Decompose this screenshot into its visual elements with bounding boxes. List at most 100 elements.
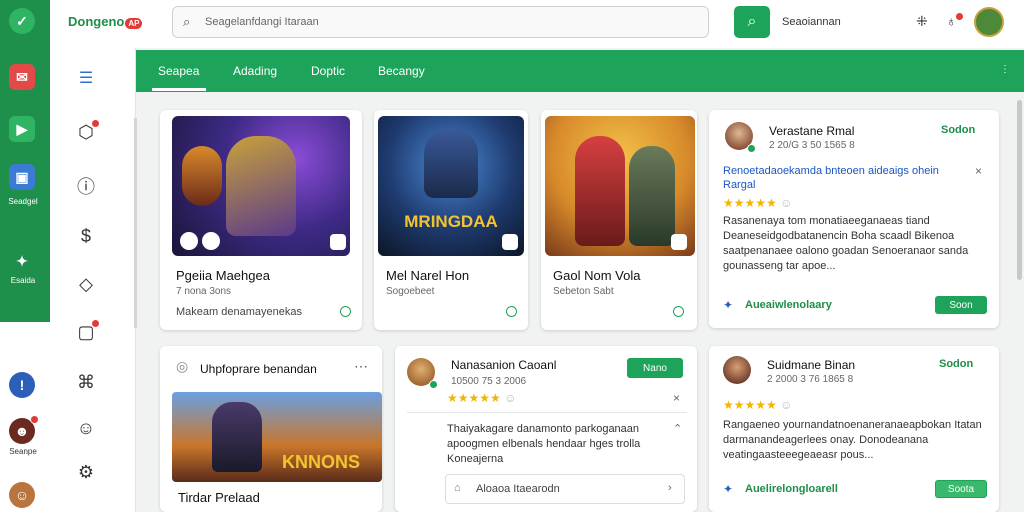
rail-label-3: Seanpe	[9, 447, 37, 456]
game-logo-text: MRINGDAA	[404, 212, 498, 231]
game-meta: Sogoebeet	[386, 286, 435, 297]
side-figure	[182, 146, 222, 206]
nav-scrollbar[interactable]	[134, 118, 137, 328]
search-bar[interactable]: ⌕ Seagelanfdangi Itaraan	[172, 6, 709, 38]
brand-icon: ✦	[723, 482, 734, 496]
top-header: Dongeno AP ⌕ Seagelanfdangi Itaraan ⌕ Sea…	[50, 0, 1024, 48]
puzzle-icon[interactable]: ⌘	[74, 370, 98, 394]
side-figure	[629, 146, 675, 246]
notification-dot	[955, 12, 964, 21]
info-icon[interactable]: ⓘ	[74, 174, 98, 198]
hero-figure	[424, 128, 478, 198]
logo-text: Dongeno	[68, 14, 125, 29]
featured-logo-text: KNNONS	[282, 452, 361, 472]
rail-label-1: Seadgel	[8, 197, 38, 206]
profile-avatar-icon[interactable]: ☺	[9, 482, 35, 508]
review-button[interactable]: Soon	[935, 296, 987, 314]
favorite-icon[interactable]	[330, 234, 346, 250]
review-button[interactable]: Soota	[935, 480, 987, 498]
game-artwork	[545, 116, 695, 256]
app-rail: ✓ ✉ ▶ ▣ Seadgel ✦ Esaida ! ☻ Seanpe ☺	[0, 0, 50, 512]
featured-artwork[interactable]: KNNONS	[172, 392, 382, 482]
menu-icon[interactable]: ☰	[74, 66, 98, 90]
game-card[interactable]: Gaol Nom Vola Sebeton Sabt	[541, 110, 697, 330]
tab-category[interactable]: Becangy	[378, 64, 425, 78]
search-button[interactable]: ⌕	[734, 6, 770, 38]
logo-badge: AP	[125, 18, 143, 29]
game-title: Gaol Nom Vola	[553, 268, 641, 283]
comment-input[interactable]: ⌂ Aloaoa Itaearodn ›	[445, 474, 685, 504]
star-rating: ★★★★★ ☺	[723, 398, 793, 412]
settings-icon[interactable]: ⚙	[74, 460, 98, 484]
page-scrollbar[interactable]	[1017, 100, 1022, 280]
photo-app-icon[interactable]: ▣	[9, 164, 35, 190]
chat-icon[interactable]: ☺	[74, 416, 98, 440]
status-icon	[506, 306, 517, 317]
active-tab-indicator	[152, 88, 206, 91]
more-icon[interactable]: ⋮	[1000, 64, 1010, 75]
hero-figure	[575, 136, 625, 246]
label-icon[interactable]: ◇	[74, 272, 98, 296]
search-icon: ⌕	[183, 14, 191, 29]
user-avatar[interactable]	[974, 7, 1004, 37]
review-action-button[interactable]: Nano	[627, 358, 683, 378]
platform-icon	[202, 232, 220, 250]
favorite-icon[interactable]	[502, 234, 518, 250]
review-date: 10500 75 3 2006	[451, 376, 527, 387]
review-footer: Aueaiwlenolaary	[745, 299, 832, 311]
reviewer-name: Verastane Rmal	[769, 124, 855, 138]
dollar-icon[interactable]: $	[74, 224, 98, 248]
online-dot	[429, 380, 438, 389]
featured-card: ◎ Uhpfoprare benandan ⋯ KNNONS Tirdar Pr…	[160, 346, 382, 512]
mail-app-icon[interactable]: ✉	[9, 64, 35, 90]
star-rating: ★★★★★ ☺	[723, 196, 793, 210]
search-icon: ⌕	[747, 13, 757, 30]
review-footer: Auelirelongloarell	[745, 483, 838, 495]
platform-icon	[180, 232, 198, 250]
favorite-icon[interactable]	[671, 234, 687, 250]
grid-icon[interactable]: ⁜	[916, 13, 928, 30]
review-card: Suidmane Binan 2 2000 3 76 1865 8 Sodon …	[709, 346, 999, 512]
close-icon[interactable]: ×	[673, 391, 680, 405]
tab-trending[interactable]: Adading	[233, 64, 277, 78]
search-placeholder: Seagelanfdangi Itaraan	[205, 16, 319, 28]
chevron-up-icon[interactable]: ⌃	[673, 422, 682, 435]
side-nav: ☰ ⬡ ⓘ $ ◇ ▢ ⌘ ☺ ⚙	[50, 48, 137, 512]
game-title: Mel Narel Hon	[386, 268, 470, 283]
tab-top[interactable]: Doptic	[311, 64, 345, 78]
game-artwork	[172, 116, 350, 256]
nav-badge-dot	[91, 319, 100, 328]
notification-dot	[30, 415, 39, 424]
header-right-label[interactable]: Seaoiannan	[782, 16, 841, 28]
review-text: Rangaeneo yournandatnoenaneranaeapbokan …	[723, 419, 982, 461]
review-headline: Renoetadaoekamda bnteoen aideaigs ohein …	[723, 165, 939, 191]
game-card[interactable]: MRINGDAA Mel Narel Hon Sogoebeet	[374, 110, 528, 330]
app-logo[interactable]: Dongeno AP	[68, 14, 143, 29]
status-icon	[340, 306, 351, 317]
game-card[interactable]: Pgeiia Maehgea 7 nona 3ons Makeam denama…	[160, 110, 362, 330]
category-tabs: Seapea Adading Doptic Becangy ⋮	[136, 50, 1024, 92]
featured-footer: Tirdar Prelaad	[178, 490, 260, 505]
comment-placeholder: Aloaoa Itaearodn	[476, 483, 560, 495]
play-app-icon[interactable]: ▶	[9, 116, 35, 142]
review-text: Rasanenaya tom monatiaeeganaeas tiand De…	[723, 215, 969, 272]
more-options-icon[interactable]: ⋯	[354, 358, 368, 375]
game-title: Pgeiia Maehgea	[176, 268, 270, 283]
tab-featured[interactable]: Seapea	[158, 64, 199, 78]
review-date: 2 20/G 3 50 1565 8	[769, 140, 855, 151]
hero-figure	[212, 402, 262, 472]
puzzle-app-icon[interactable]: ✦	[9, 248, 35, 274]
featured-title: Uhpfoprare benandan	[200, 362, 317, 376]
game-meta: 7 nona 3ons	[176, 286, 232, 297]
game-meta: Sebeton Sabt	[553, 286, 614, 297]
check-icon[interactable]: ✓	[9, 8, 35, 34]
review-action[interactable]: Sodon	[941, 124, 975, 136]
review-action[interactable]: Sodon	[939, 358, 973, 370]
star-rating: ★★★★★ ☺	[447, 391, 517, 405]
close-icon[interactable]: ×	[975, 164, 982, 178]
review-date: 2 2000 3 76 1865 8	[767, 374, 854, 385]
featured-icon: ◎	[176, 358, 189, 374]
info-app-icon[interactable]: !	[9, 372, 35, 398]
nav-badge-dot	[91, 119, 100, 128]
game-desc: Makeam denamayenekas	[176, 306, 302, 318]
